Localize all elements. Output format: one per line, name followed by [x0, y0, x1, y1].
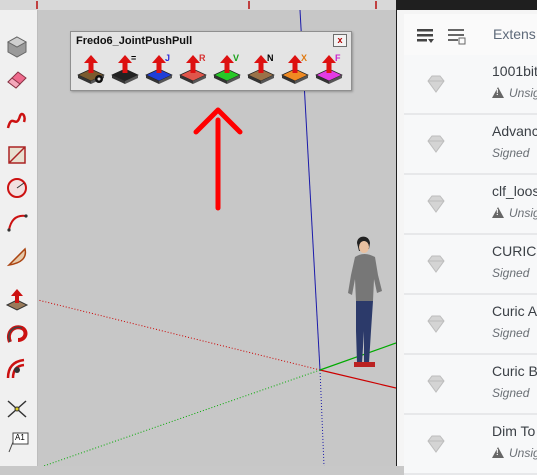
normal-pushpull-letter: N [267, 53, 274, 63]
text-label-icon[interactable]: A1 [4, 430, 30, 456]
extension-row[interactable]: Curic B Signed [404, 355, 537, 415]
extension-row[interactable]: Advanc Signed [404, 115, 537, 175]
extension-name: Advanc [492, 123, 537, 139]
extension-status: Signed [492, 266, 530, 280]
eraser-icon[interactable] [4, 67, 30, 93]
extension-status: Unsig [492, 446, 537, 460]
round-pushpull-button[interactable]: R [178, 53, 208, 85]
gem-icon [425, 373, 447, 395]
gem-icon [425, 193, 447, 215]
equal-pushpull-button[interactable]: = [110, 53, 140, 85]
extrude-x-pushpull-letter: X [301, 53, 308, 63]
follow-f-pushpull-button[interactable]: F [314, 53, 344, 85]
freehand-icon[interactable] [4, 108, 30, 134]
extension-name: clf_loos [492, 183, 537, 199]
arc-icon[interactable] [4, 210, 30, 236]
rectangle-rotate-icon[interactable] [4, 142, 30, 168]
extension-name: CURIC A [492, 243, 537, 259]
normal-pushpull-button[interactable]: N [246, 53, 276, 85]
manage-list-icon[interactable] [416, 26, 436, 46]
extension-status: Signed [492, 386, 530, 400]
extension-name: Curic A [492, 303, 537, 319]
joint-pushpull-button[interactable]: J [144, 53, 174, 85]
circle-icon[interactable] [4, 175, 30, 201]
vector-pushpull-button[interactable] [76, 53, 106, 85]
follow-f-pushpull-letter: F [335, 53, 341, 63]
pie-icon[interactable] [4, 244, 30, 270]
vector-v-pushpull-letter: V [233, 53, 240, 63]
gem-icon [425, 133, 447, 155]
extension-status: Signed [492, 326, 530, 340]
offset-icon[interactable] [4, 356, 30, 382]
extension-name: Dim To [492, 423, 536, 439]
gem-icon [425, 253, 447, 275]
extension-row[interactable]: Curic A Signed [404, 295, 537, 355]
extension-row[interactable]: clf_loos Unsig [404, 175, 537, 235]
pushpull-icon[interactable] [4, 288, 30, 314]
gem-icon [425, 433, 447, 455]
window-top-strip [0, 0, 400, 10]
extension-status: Unsig [492, 206, 537, 220]
extension-manager-header: Extens [404, 14, 537, 57]
warning-icon [492, 87, 504, 98]
person-figure [347, 235, 395, 373]
joint-pushpull-letter: J [165, 53, 171, 63]
jointpushpull-toolbar[interactable]: Fredo6_JointPushPull x = J R V N X F [70, 31, 352, 91]
orbit-icon[interactable] [4, 34, 30, 60]
extension-row[interactable]: CURIC A Signed [404, 235, 537, 295]
tape-measure-icon[interactable] [4, 396, 30, 422]
tab-extensions[interactable]: Extens [493, 26, 536, 42]
text-label-glyph: A1 [15, 433, 25, 442]
toolbar-title: Fredo6_JointPushPull [76, 35, 193, 47]
extension-status: Unsig [492, 86, 537, 100]
followme-icon[interactable] [4, 322, 30, 348]
gem-icon [425, 73, 447, 95]
extension-row[interactable]: Dim To Unsig [404, 415, 537, 475]
left-toolbar: A1 [0, 10, 38, 466]
warning-icon [492, 207, 504, 218]
close-button[interactable]: x [333, 34, 347, 47]
extrude-x-pushpull-button[interactable]: X [280, 53, 310, 85]
warning-icon [492, 447, 504, 458]
extension-name: Curic B [492, 363, 537, 379]
panel-top-bar [397, 0, 537, 10]
equal-pushpull-letter: = [131, 53, 137, 63]
extension-status: Signed [492, 146, 530, 160]
annotation-arrow [193, 107, 243, 211]
extension-name: 1001bit [492, 63, 537, 79]
vector-pushpull-icon [77, 55, 105, 84]
round-pushpull-letter: R [199, 53, 206, 63]
vector-v-pushpull-button[interactable]: V [212, 53, 242, 85]
gem-icon [425, 313, 447, 335]
extension-row[interactable]: 1001bit Unsig [404, 55, 537, 115]
update-list-icon[interactable] [447, 26, 467, 46]
close-icon: x [337, 35, 343, 45]
